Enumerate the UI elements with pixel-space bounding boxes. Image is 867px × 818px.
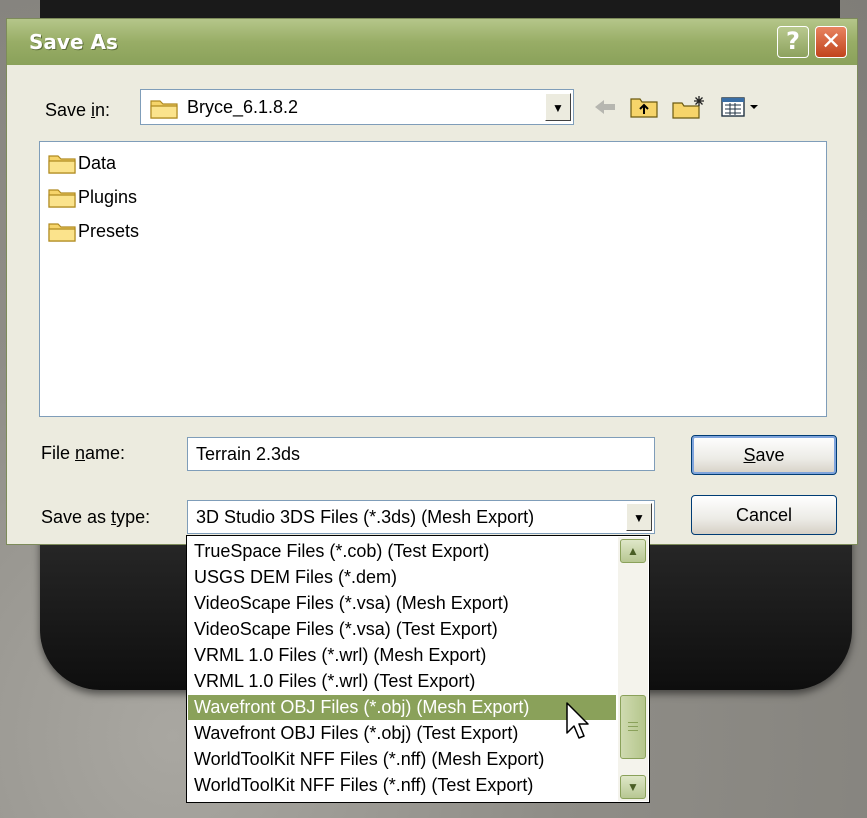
close-button[interactable]: ✕	[815, 26, 847, 58]
title-bar[interactable]: Save As ? ✕	[7, 19, 857, 65]
save-as-type-dropdown-list[interactable]: TrueSpace Files (*.cob) (Test Export) US…	[186, 535, 650, 803]
dropdown-option[interactable]: TrueSpace Files (*.cob) (Test Export)	[188, 539, 616, 564]
folder-icon	[48, 189, 76, 208]
save-in-combo[interactable]: Bryce_6.1.8.2 ▼	[140, 89, 574, 125]
file-name: Presets	[78, 221, 140, 241]
save-as-dialog: Save As ? ✕ Save in: Bryce_6.1.8.2 ▼ Dat…	[6, 18, 858, 545]
save-as-type-label: Save as type:	[41, 507, 151, 527]
dropdown-option[interactable]: VRML 1.0 Files (*.wrl) (Mesh Export)	[188, 643, 616, 668]
dropdown-option[interactable]: VRML 1.0 Files (*.wrl) (Test Export)	[188, 669, 616, 694]
mouse-pointer-icon	[566, 702, 589, 739]
save-button[interactable]: Save	[691, 435, 837, 475]
dialog-title: Save As	[29, 30, 118, 54]
dropdown-option[interactable]: VideoScape Files (*.vsa) (Mesh Export)	[188, 591, 616, 616]
save-in-dropdown-button[interactable]: ▼	[545, 93, 571, 121]
dropdown-option-selected[interactable]: Wavefront OBJ Files (*.obj) (Mesh Export…	[188, 695, 616, 720]
view-menu-icon[interactable]	[719, 94, 765, 120]
dropdown-option[interactable]: WorldToolKit NFF Files (*.nff) (Mesh Exp…	[188, 747, 616, 772]
save-in-value: Bryce_6.1.8.2	[187, 97, 299, 117]
background-window-strip	[40, 0, 840, 20]
file-name-label: File name:	[41, 443, 126, 463]
dropdown-scrollbar[interactable]: ▲ ▼	[618, 537, 648, 801]
file-name: Data	[78, 153, 117, 173]
file-list[interactable]: Data Plugins Presets	[39, 141, 827, 417]
dropdown-option[interactable]: VideoScape Files (*.vsa) (Test Export)	[188, 617, 616, 642]
scroll-down-icon[interactable]: ▼	[620, 775, 646, 799]
dropdown-option[interactable]: WorldToolKit NFF Files (*.nff) (Test Exp…	[188, 773, 616, 798]
save-as-type-dropdown-button[interactable]: ▼	[626, 503, 652, 531]
save-as-type-combo[interactable]: 3D Studio 3DS Files (*.3ds) (Mesh Export…	[187, 500, 655, 534]
help-button[interactable]: ?	[777, 26, 809, 58]
file-name-input[interactable]: Terrain 2.3ds	[187, 437, 655, 471]
folder-icon	[48, 155, 76, 174]
save-in-label: Save in:	[45, 100, 111, 120]
folder-icon	[48, 223, 76, 242]
dropdown-option[interactable]: Wavefront OBJ Files (*.obj) (Test Export…	[188, 721, 616, 746]
up-folder-icon[interactable]	[629, 94, 659, 120]
scroll-thumb[interactable]	[620, 695, 646, 759]
new-folder-icon[interactable]	[671, 94, 707, 120]
file-name: Plugins	[78, 187, 138, 207]
scroll-up-icon[interactable]: ▲	[620, 539, 646, 563]
back-icon[interactable]	[591, 94, 619, 120]
cancel-button[interactable]: Cancel	[691, 495, 837, 535]
folder-icon	[150, 100, 178, 119]
dropdown-option[interactable]: USGS DEM Files (*.dem)	[188, 565, 616, 590]
save-as-type-value: 3D Studio 3DS Files (*.3ds) (Mesh Export…	[196, 507, 535, 527]
